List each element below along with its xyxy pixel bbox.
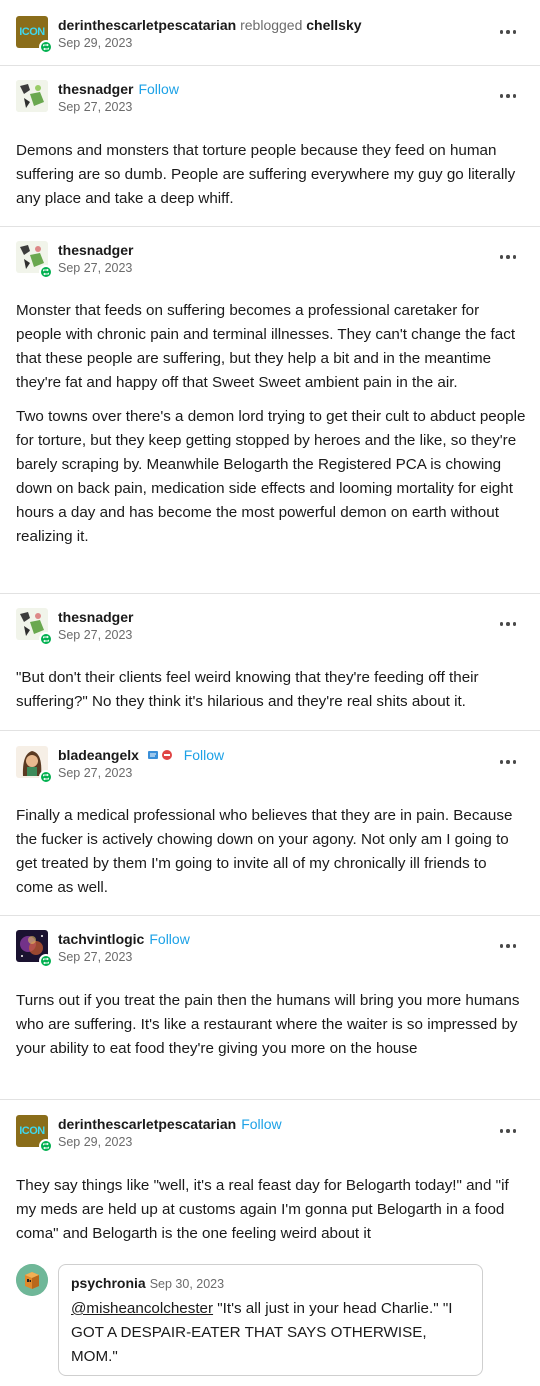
post-header: thesnadger Follow Sep 27, 2023 — [16, 80, 524, 120]
more-options-icon[interactable] — [498, 247, 518, 267]
more-options-icon[interactable] — [498, 22, 518, 42]
divider — [0, 65, 540, 66]
post-body: Finally a medical professional who belie… — [16, 804, 526, 910]
reblog-line: derinthescarletpescatarian reblogged che… — [58, 16, 362, 34]
post-date[interactable]: Sep 29, 2023 — [58, 1134, 132, 1150]
post-paragraph: They say things like "well, it's a real … — [16, 1177, 509, 1242]
post-body: "But don't their clients feel weird know… — [16, 666, 526, 724]
username[interactable]: psychronia — [71, 1275, 146, 1291]
more-options-icon[interactable] — [498, 936, 518, 956]
reblog-icon — [39, 954, 53, 968]
follow-button[interactable]: Follow — [149, 931, 189, 947]
follow-button[interactable]: Follow — [184, 747, 224, 763]
post-date[interactable]: Sep 27, 2023 — [58, 627, 132, 643]
username[interactable]: derinthescarletpescatarian — [58, 1116, 236, 1132]
post-paragraph: Demons and monsters that torture people … — [16, 142, 516, 207]
username[interactable]: thesnadger — [58, 242, 133, 258]
post-paragraph: Two towns over there's a demon lord tryi… — [16, 408, 526, 545]
avatar[interactable] — [16, 241, 53, 279]
post-date[interactable]: Sep 30, 2023 — [150, 1277, 224, 1291]
badges[interactable] — [147, 747, 175, 765]
post-body: Turns out if you treat the pain then the… — [16, 989, 526, 1071]
reply-text: @misheancolchester "It's all just in you… — [71, 1297, 471, 1369]
post-date[interactable]: Sep 27, 2023 — [58, 260, 132, 276]
post-date[interactable]: Sep 27, 2023 — [58, 99, 132, 115]
avatar-text: ICON — [19, 1125, 45, 1137]
post-paragraph: Monster that feeds on suffering becomes … — [16, 302, 516, 391]
reblog-icon — [39, 265, 53, 279]
divider — [0, 593, 540, 594]
post-paragraph: Finally a medical professional who belie… — [16, 807, 513, 896]
follow-button[interactable]: Follow — [138, 81, 178, 97]
post-date[interactable]: Sep 27, 2023 — [58, 765, 132, 781]
post-date[interactable]: Sep 27, 2023 — [58, 949, 132, 965]
divider — [0, 1099, 540, 1100]
reblog-icon — [39, 632, 53, 646]
avatar[interactable] — [16, 746, 53, 784]
divider — [0, 226, 540, 227]
reblog-icon — [39, 40, 53, 54]
avatar[interactable] — [16, 1264, 48, 1296]
post-header: bladeangelx Follow Sep 27, 2023 — [16, 746, 524, 786]
avatar-text: ICON — [19, 26, 45, 38]
post-header: thesnadger Sep 27, 2023 — [16, 241, 524, 281]
more-options-icon[interactable] — [498, 1121, 518, 1141]
username[interactable]: tachvintlogic — [58, 931, 144, 947]
more-options-icon[interactable] — [498, 752, 518, 772]
post-body: Demons and monsters that torture people … — [16, 139, 526, 221]
username[interactable]: thesnadger — [58, 81, 133, 97]
reblog-icon — [39, 770, 53, 784]
avatar[interactable] — [16, 930, 53, 968]
divider — [0, 730, 540, 731]
reblog-icon — [39, 1139, 53, 1153]
post-body: They say things like "well, it's a real … — [16, 1174, 526, 1256]
post-date[interactable]: Sep 29, 2023 — [58, 35, 132, 51]
divider — [0, 915, 540, 916]
avatar[interactable] — [16, 80, 48, 112]
source-username[interactable]: chellsky — [306, 17, 361, 33]
post-paragraph: Turns out if you treat the pain then the… — [16, 992, 520, 1057]
reblogged-label: reblogged — [240, 17, 303, 33]
post-header: thesnadger Sep 27, 2023 — [16, 608, 524, 648]
follow-button[interactable]: Follow — [241, 1116, 281, 1132]
more-options-icon[interactable] — [498, 614, 518, 634]
post-header: ICON derinthescarletpescatarian Follow Se… — [16, 1115, 524, 1155]
username[interactable]: thesnadger — [58, 609, 133, 625]
reply-card: psychronia Sep 30, 2023 @misheancolcheste… — [58, 1264, 483, 1376]
username[interactable]: derinthescarletpescatarian — [58, 17, 236, 33]
post-body: Monster that feeds on suffering becomes … — [16, 299, 526, 559]
reblog-header: ICON derinthescarletpescatarian reblogge… — [16, 16, 524, 56]
avatar[interactable]: ICON — [16, 1115, 53, 1153]
avatar[interactable] — [16, 608, 53, 646]
post-header: tachvintlogic Follow Sep 27, 2023 — [16, 930, 524, 970]
mention-link[interactable]: @misheancolchester — [71, 1300, 213, 1317]
more-options-icon[interactable] — [498, 86, 518, 106]
avatar[interactable]: ICON — [16, 16, 53, 54]
username[interactable]: bladeangelx — [58, 747, 139, 763]
post-paragraph: "But don't their clients feel weird know… — [16, 669, 479, 710]
